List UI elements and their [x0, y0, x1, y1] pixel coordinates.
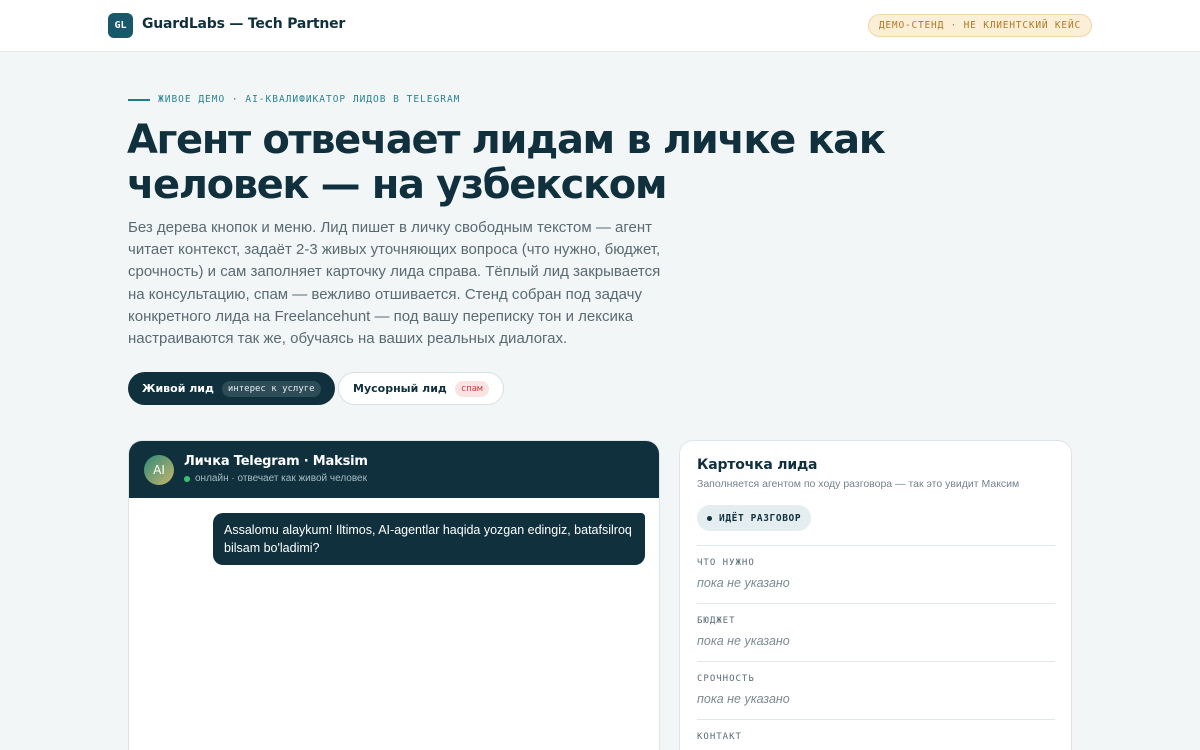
field-label: БЮДЖЕТ — [697, 616, 736, 626]
online-dot-icon — [184, 475, 190, 482]
field-value: пока не указано — [697, 692, 790, 706]
mode-label: Мусорный лид — [353, 382, 447, 395]
hero-description: Без дерева кнопок и меню. Лид пишет в ли… — [128, 219, 661, 348]
field-label: ЧТО НУЖНО — [697, 558, 755, 568]
field-value: пока не указано — [697, 634, 790, 648]
demo-stand-badge: ДЕМО-СТЕНД · НЕ КЛИЕНТСКИЙ КЕЙС — [867, 14, 1092, 37]
lead-field-contact: КОНТАКТ — [697, 719, 1055, 750]
mode-label: Живой лид — [142, 382, 214, 395]
chat-title: Личка Telegram · Maksim — [184, 454, 368, 469]
eyebrow-line — [128, 98, 150, 101]
avatar: AI — [144, 455, 174, 485]
lead-field-budget: БЮДЖЕТ пока не указано — [697, 603, 1055, 661]
chat-message-bubble: Assalomu alaykum! Iltimos, AI-agentlar h… — [213, 513, 645, 565]
lead-card-subtitle: Заполняется агентом по ходу разговора — … — [697, 478, 1020, 490]
lead-field-urgency: СРОЧНОСТЬ пока не указано — [697, 661, 1055, 719]
field-label: КОНТАКТ — [697, 732, 742, 742]
brand-logo: GL — [108, 13, 133, 38]
field-label: СРОЧНОСТЬ — [697, 674, 755, 684]
top-bar: GL GuardLabs — Tech Partner ДЕМО-СТЕНД ·… — [0, 0, 1200, 52]
status-badge: ИДЁТ РАЗГОВОР — [697, 505, 812, 531]
chat-header: AI Личка Telegram · Maksim онлайн · отве… — [129, 441, 659, 498]
status-dot-icon — [707, 515, 712, 521]
spam-lead-mode-button[interactable]: Мусорный лид спам — [338, 372, 504, 405]
live-lead-mode-button[interactable]: Живой лид интерес к услуге — [128, 372, 335, 405]
brand-name[interactable]: GuardLabs — Tech Partner — [142, 16, 345, 32]
mode-chip: спам — [454, 380, 489, 397]
mode-chip: интерес к услуге — [221, 380, 321, 397]
lead-card-title: Карточка лида — [697, 457, 818, 473]
lead-card: Карточка лида Заполняется агентом по ход… — [679, 440, 1072, 750]
chat-status-text: онлайн · отвечает как живой человек — [195, 473, 367, 484]
status-text: ИДЁТ РАЗГОВОР — [719, 512, 802, 524]
page-title: Агент отвечает лидам в личке как человек… — [127, 117, 886, 208]
field-value: пока не указано — [697, 576, 790, 590]
hero-eyebrow: ЖИВОЕ ДЕМО · AI-КВАЛИФИКАТОР ЛИДОВ В TEL… — [128, 94, 460, 105]
telegram-chat-panel: AI Личка Telegram · Maksim онлайн · отве… — [128, 440, 660, 750]
lead-field-need: ЧТО НУЖНО пока не указано — [697, 545, 1055, 603]
eyebrow-text: ЖИВОЕ ДЕМО · AI-КВАЛИФИКАТОР ЛИДОВ В TEL… — [158, 94, 461, 105]
chat-status: онлайн · отвечает как живой человек — [184, 473, 367, 484]
